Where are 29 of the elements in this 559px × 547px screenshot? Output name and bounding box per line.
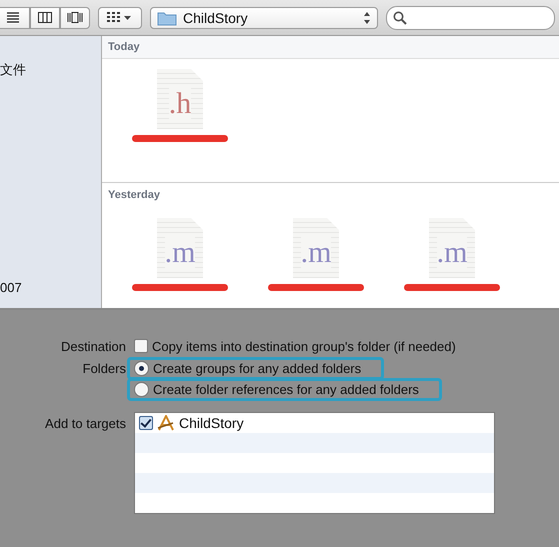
- radio-button[interactable]: Create groups for any added folders: [127, 357, 384, 380]
- file-extension: .h: [168, 88, 192, 120]
- app-icon: [157, 415, 175, 431]
- file-extension: .m: [436, 237, 468, 269]
- grid-caret-icon: [107, 12, 133, 24]
- radio-button[interactable]: Create folder references for any added folders: [127, 378, 442, 401]
- view-button[interactable]: [30, 6, 60, 28]
- checkbox[interactable]: Copy items into destination group's folder (if needed): [134, 338, 456, 354]
- columns-view-icon: [37, 10, 53, 25]
- search-icon: [393, 10, 407, 24]
- arrange-button[interactable]: [98, 6, 142, 28]
- target-row[interactable]: ChildStory: [135, 415, 244, 431]
- document-icon[interactable]: .h: [157, 69, 203, 129]
- updown-arrows-icon: [363, 10, 371, 24]
- section-header: Today: [102, 36, 559, 59]
- file-extension: .m: [164, 237, 196, 269]
- sidebar-item[interactable]: 007: [0, 280, 101, 300]
- field-label: Add to targets: [44, 415, 126, 431]
- file-extension: .m: [300, 237, 332, 269]
- search-field[interactable]: [386, 6, 555, 30]
- list-view-icon: [5, 10, 21, 25]
- sidebar-item[interactable]: 文件: [0, 61, 101, 81]
- view-button[interactable]: [0, 6, 30, 28]
- field-label: Folders: [82, 361, 126, 376]
- view-button[interactable]: [60, 6, 90, 28]
- field-label: Destination: [60, 338, 126, 354]
- path-popup[interactable]: ChildStory: [150, 6, 378, 28]
- folder-icon: [157, 10, 177, 26]
- strip-view-icon: [67, 10, 83, 25]
